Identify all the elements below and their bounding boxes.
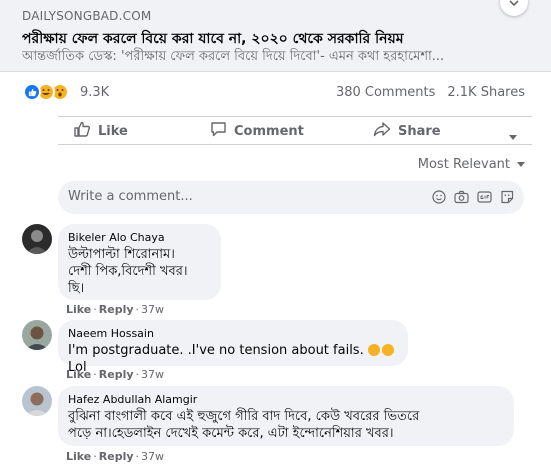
like-label: Like — [98, 123, 128, 139]
share-label: Share — [398, 123, 441, 139]
comment-actions: Like · Reply · 37w — [66, 303, 164, 316]
thumbs-up-icon — [74, 121, 91, 141]
caret-down-icon — [508, 126, 518, 145]
share-count[interactable]: 2.1K Shares — [447, 85, 525, 100]
camera-icon[interactable] — [454, 189, 469, 208]
grinning-emoji-icon — [381, 344, 394, 356]
comment-bubble: Naeem Hossain I'm postgraduate. .I've no… — [58, 320, 408, 375]
share-options-dropdown[interactable] — [508, 126, 518, 145]
comment-timestamp[interactable]: 37w — [141, 368, 164, 381]
separator-dot: · — [93, 450, 97, 463]
caret-down-icon — [516, 157, 526, 172]
comment-bubble: Bikeler Alo Chaya উল্টাপাল্টা শিরোনাম। দ… — [58, 224, 221, 300]
avatar[interactable] — [22, 224, 52, 254]
post-action-bar: Like Comment Share — [58, 116, 532, 145]
speech-bubble-icon — [210, 121, 227, 141]
emoji-icon[interactable] — [432, 189, 446, 208]
separator-dot: · — [93, 303, 97, 316]
avatar[interactable] — [22, 386, 52, 416]
comment-button[interactable]: Comment — [210, 121, 304, 141]
comment-label: Comment — [234, 123, 304, 139]
link-preview[interactable]: DAILYSONGBAD.COM পরীক্ষায় ফেল করলে বিয়… — [0, 0, 551, 72]
reaction-count[interactable]: 9.3K — [80, 85, 109, 100]
avatar[interactable] — [22, 320, 52, 350]
comment-like-link[interactable]: Like — [66, 303, 91, 316]
share-arrow-icon — [373, 121, 391, 141]
separator-dot: · — [135, 368, 140, 381]
like-button[interactable]: Like — [74, 121, 128, 141]
like-reaction-icon — [23, 83, 41, 101]
more-options-button[interactable] — [500, 0, 528, 16]
comment-text: বুঝিনা বাংগালী কবে এই হুজুগে গীরি বাদ দি… — [68, 409, 420, 441]
sticker-icon[interactable] — [500, 189, 514, 208]
comment-bubble: Hafez Abdullah Alamgir বুঝিনা বাংগালী কব… — [58, 386, 514, 446]
reaction-icons[interactable] — [23, 83, 69, 101]
gif-icon[interactable] — [477, 189, 492, 208]
comment-sort-dropdown[interactable]: Most Relevant — [418, 157, 526, 172]
comment-input[interactable]: Write a comment... — [68, 189, 193, 204]
comment-reply-link[interactable]: Reply — [99, 450, 134, 463]
comment-author[interactable]: Bikeler Alo Chaya — [68, 231, 211, 244]
grinning-emoji-icon — [367, 344, 380, 356]
comment-actions: Like · Reply · 37w — [66, 450, 164, 463]
separator-dot: · — [93, 368, 97, 381]
link-description: আন্তর্জাতিক ডেস্ক: 'পরীক্ষায় ফেল করলে ব… — [22, 49, 445, 64]
chevron-down-icon — [509, 0, 519, 10]
share-button[interactable]: Share — [373, 121, 441, 141]
post-stats: 9.3K 380 Comments 2.1K Shares — [0, 80, 551, 106]
comment-composer[interactable]: Write a comment... — [58, 181, 524, 214]
comment-count[interactable]: 380 Comments — [336, 85, 435, 100]
comment-timestamp[interactable]: 37w — [141, 450, 164, 463]
sort-label: Most Relevant — [417, 157, 510, 172]
link-domain: DAILYSONGBAD.COM — [22, 9, 152, 23]
comment-timestamp[interactable]: 37w — [141, 303, 164, 316]
comment-actions: Like · Reply · 37w — [66, 368, 164, 381]
comment-reply-link[interactable]: Reply — [99, 303, 134, 316]
separator-dot: · — [135, 450, 140, 463]
comment-text: I'm postgraduate. .I've no tension about… — [68, 343, 364, 358]
comment-author[interactable]: Naeem Hossain — [68, 327, 398, 340]
comment-author[interactable]: Hafez Abdullah Alamgir — [68, 393, 504, 406]
comment-like-link[interactable]: Like — [66, 450, 91, 463]
comment-reply-link[interactable]: Reply — [99, 368, 134, 381]
comment-text: উল্টাপাল্টা শিরোনাম। দেশী পিক,বিদেশী খবর… — [68, 247, 188, 296]
separator-dot: · — [135, 303, 140, 316]
comment-like-link[interactable]: Like — [66, 368, 91, 381]
